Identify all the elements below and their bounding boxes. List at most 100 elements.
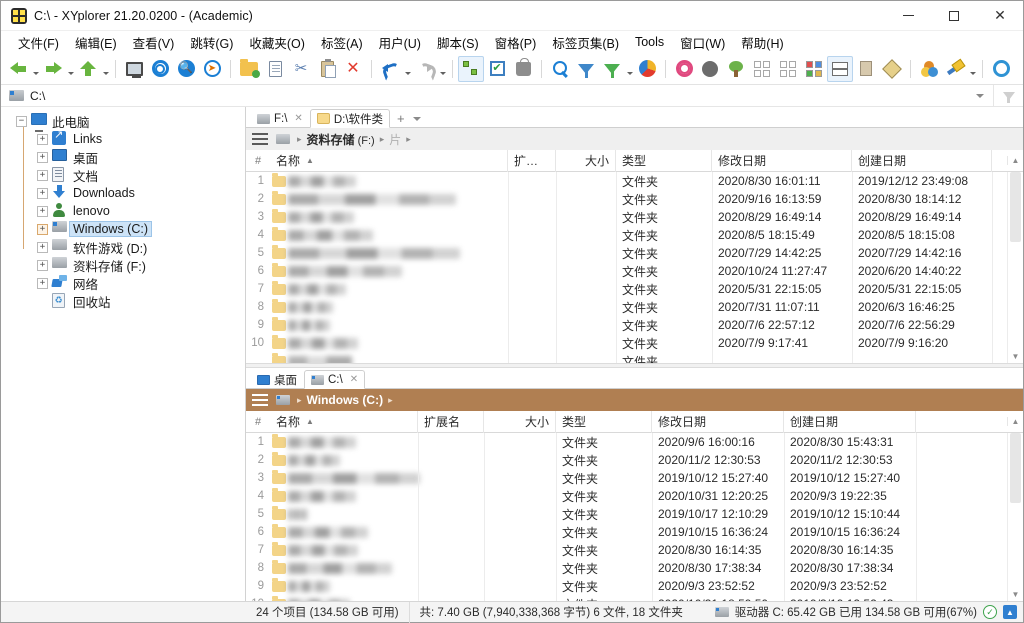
scroll-down-icon[interactable]: ▼ [1008, 349, 1023, 363]
tree-toggle-icon[interactable]: + [37, 277, 48, 289]
breadcrumb-item[interactable]: 片 [389, 131, 401, 148]
tree-toggle-icon[interactable]: + [37, 241, 48, 253]
table-row[interactable]: 7 文件夹 2020/8/30 16:14:35 2020/8/30 16:14:35 [246, 541, 1007, 559]
tree-node-drive-d[interactable]: + 软件游戏 (D:) [1, 238, 245, 256]
menu-scripting[interactable]: 脚本(S) [429, 31, 487, 54]
menu-view[interactable]: 查看(V) [125, 31, 183, 54]
table-row[interactable]: 8 文件夹 2020/8/30 17:38:34 2020/8/30 17:38:34 [246, 559, 1007, 577]
cell-name[interactable] [288, 598, 418, 601]
cell-name[interactable] [288, 580, 418, 592]
close-icon[interactable]: ✕ [294, 113, 302, 124]
new-tab-button[interactable]: + [390, 109, 428, 128]
table-row[interactable]: 8 文件夹 2020/7/31 11:07:11 2020/6/3 16:46:25 [246, 298, 1007, 316]
table-row[interactable]: 2 文件夹 2020/11/2 12:30:53 2020/11/2 12:30:53 [246, 451, 1007, 469]
cell-name[interactable] [288, 337, 508, 349]
filter-green-icon[interactable] [599, 56, 625, 82]
info-panel-icon[interactable] [853, 56, 879, 82]
back-arrow-icon[interactable] [5, 56, 31, 82]
copy-icon[interactable] [262, 56, 288, 82]
column-header-ext[interactable]: 扩… [508, 149, 556, 172]
tree-node-desktop[interactable]: + 桌面 [1, 148, 245, 166]
scroll-up-icon[interactable]: ▲ [1003, 605, 1017, 619]
moon-icon[interactable] [697, 56, 723, 82]
menu-favorites[interactable]: 收藏夹(O) [241, 31, 313, 54]
tree-node-downloads[interactable]: + Downloads [1, 184, 245, 202]
tree-toggle-icon[interactable]: + [37, 187, 48, 199]
tree-view-icon[interactable] [723, 56, 749, 82]
table-row[interactable]: 1 文件夹 2020/9/6 16:00:16 2020/8/30 15:43:31 [246, 433, 1007, 451]
file-list-top[interactable]: 1 文件夹 2020/8/30 16:01:11 2019/12/12 23:49:0… [246, 172, 1023, 363]
back-dropdown-icon[interactable] [31, 56, 40, 82]
table-row[interactable]: 4 文件夹 2020/10/31 12:20:25 2020/9/3 19:22:35 [246, 487, 1007, 505]
pie-chart-icon[interactable] [634, 56, 660, 82]
up-dropdown-icon[interactable] [101, 56, 110, 82]
cell-name[interactable] [288, 229, 508, 241]
table-row[interactable]: 3 文件夹 2020/8/29 16:49:14 2020/8/29 16:49:14 [246, 208, 1007, 226]
tree-toggle-icon[interactable]: + [37, 223, 48, 235]
color-filters-icon[interactable] [916, 56, 942, 82]
check-circle-icon[interactable]: ✓ [983, 605, 997, 619]
column-header-modified[interactable]: 修改日期 [652, 410, 784, 433]
hamburger-icon[interactable] [252, 133, 268, 145]
undo-dropdown-icon[interactable] [403, 56, 412, 82]
menu-panes[interactable]: 窗格(P) [487, 31, 545, 54]
tree-toggle-icon[interactable]: + [37, 205, 48, 217]
cell-name[interactable] [288, 175, 508, 187]
search-circle-icon[interactable]: 🔍 [173, 56, 199, 82]
column-header-index[interactable]: # [246, 150, 270, 172]
tree-node-windows-c[interactable]: + Windows (C:) [1, 220, 245, 238]
cell-name[interactable] [288, 454, 418, 466]
tree-toggle-icon[interactable]: + [37, 133, 48, 145]
highlight-icon[interactable] [942, 56, 968, 82]
tiles-icon[interactable] [801, 56, 827, 82]
breadcrumb-top[interactable]: ▸ 资料存储 (F:) ▸ 片 ▸ [246, 128, 1023, 150]
menu-go[interactable]: 跳转(G) [182, 31, 241, 54]
close-icon[interactable]: ✕ [350, 374, 358, 385]
menu-file[interactable]: 文件(F) [10, 31, 67, 54]
tree-node-links[interactable]: + Links [1, 128, 245, 148]
tree-node-this-pc[interactable]: − 此电脑 [1, 112, 245, 130]
cell-name[interactable] [288, 355, 508, 363]
tree-node-documents[interactable]: + 文档 [1, 166, 245, 184]
forward-arrow-icon[interactable] [40, 56, 66, 82]
table-row[interactable]: 10 文件夹 2020/7/9 9:17:41 2020/7/9 9:16:20 [246, 334, 1007, 352]
column-header-size[interactable]: 大小 [556, 149, 616, 172]
table-row[interactable]: 6 文件夹 2020/10/24 11:27:47 2020/6/20 14:40:2… [246, 262, 1007, 280]
details-icon[interactable] [827, 55, 853, 82]
table-row[interactable]: 5 文件夹 2020/7/29 14:42:25 2020/7/29 14:42:16 [246, 244, 1007, 262]
menu-edit[interactable]: 编辑(E) [67, 31, 125, 54]
settings-gear-icon[interactable] [988, 56, 1014, 82]
table-row[interactable]: 2 文件夹 2020/9/16 16:13:59 2020/8/30 18:14:12 [246, 190, 1007, 208]
tree-node-drive-f[interactable]: + 资料存储 (F:) [1, 256, 245, 274]
table-row[interactable]: 1 文件夹 2020/8/30 16:01:11 2019/12/12 23:49:0… [246, 172, 1007, 190]
table-row[interactable]: 9 文件夹 2020/9/3 23:52:52 2020/9/3 23:52:52 [246, 577, 1007, 595]
redo-icon[interactable] [412, 56, 438, 82]
vertical-scrollbar-top[interactable]: ▼ [1007, 172, 1023, 363]
filter-icon[interactable] [993, 84, 1023, 107]
menu-tools[interactable]: Tools [627, 33, 672, 51]
table-row[interactable]: 7 文件夹 2020/5/31 22:15:05 2020/5/31 22:15:05 [246, 280, 1007, 298]
tree-node-network[interactable]: + 网络 [1, 274, 245, 292]
column-header-name[interactable]: 名称 ▲ [270, 149, 508, 172]
checkbox-icon[interactable]: ✔ [484, 56, 510, 82]
cell-name[interactable] [288, 301, 508, 313]
tree-node-recycle-bin[interactable]: 回收站 [1, 292, 245, 310]
menu-window[interactable]: 窗口(W) [672, 31, 733, 54]
menu-tabsets[interactable]: 标签页集(B) [544, 31, 627, 54]
minimize-button[interactable] [885, 1, 931, 31]
column-header-type[interactable]: 类型 [616, 149, 712, 172]
column-header-ext[interactable]: 扩展名 [418, 410, 484, 433]
scroll-up-icon[interactable]: ▲ [1007, 417, 1023, 426]
tab-desktop[interactable]: 桌面 [250, 370, 304, 389]
redo-dropdown-icon[interactable] [438, 56, 447, 82]
table-row[interactable]: 9 文件夹 2020/7/6 22:57:12 2020/7/6 22:56:29 [246, 316, 1007, 334]
new-folder-icon[interactable] [236, 56, 262, 82]
find-files-icon[interactable] [547, 56, 573, 82]
breadcrumb-bottom[interactable]: ▸ Windows (C:) ▸ [246, 389, 1023, 411]
hamburger-icon[interactable] [252, 394, 268, 406]
cell-name[interactable] [288, 508, 418, 520]
cell-name[interactable] [288, 265, 508, 277]
up-arrow-icon[interactable] [75, 56, 101, 82]
column-header-name[interactable]: 名称 ▲ [270, 410, 418, 433]
column-header-modified[interactable]: 修改日期 [712, 149, 852, 172]
